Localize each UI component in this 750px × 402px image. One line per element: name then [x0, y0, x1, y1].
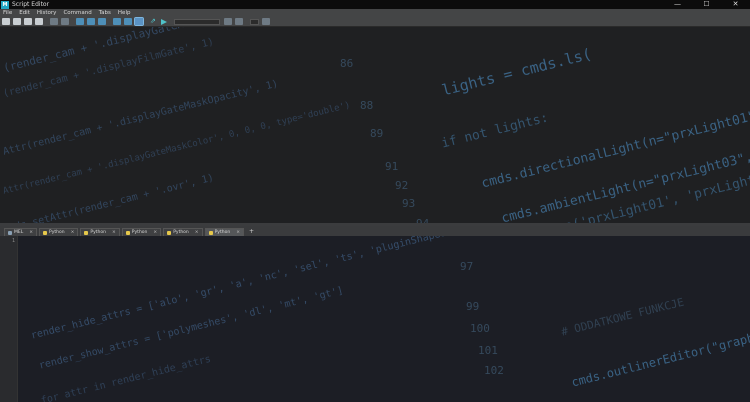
tab-close-icon[interactable]: × [153, 230, 157, 235]
menu-file[interactable]: File [3, 9, 12, 17]
tab-close-icon[interactable]: × [112, 230, 116, 235]
minimize-button[interactable]: — [663, 0, 692, 9]
script-tabs: MEL × Python × Python × Python × Python … [0, 226, 750, 236]
python-icon [208, 230, 213, 235]
history-line-number: 91 [385, 160, 399, 173]
tab-mel[interactable]: MEL × [4, 228, 38, 236]
input-line-number: 102 [484, 364, 504, 377]
goto-line-icon[interactable] [262, 18, 270, 25]
menu-command[interactable]: Command [63, 9, 91, 17]
echo-all-commands-icon[interactable] [50, 18, 58, 25]
open-script-icon[interactable] [2, 18, 10, 25]
menu-bar: File Edit History Command Tabs Help [0, 9, 750, 17]
execute-selected-icon[interactable] [161, 18, 167, 25]
tab-python[interactable]: Python × [163, 228, 203, 236]
input-line-number: 100 [470, 322, 490, 335]
show-both-icon[interactable] [134, 17, 144, 26]
input-line-number: 101 [478, 344, 498, 357]
clear-all-icon[interactable] [98, 18, 106, 25]
history-code-line: Attr(render_cam + '.displayGateMaskOpaci… [2, 78, 280, 158]
python-icon [84, 230, 89, 235]
search-next-icon[interactable] [235, 18, 243, 25]
save-script-icon[interactable] [24, 18, 32, 25]
window-controls: — ☐ ✕ [663, 0, 750, 9]
input-line-number: 99 [466, 300, 480, 313]
search-previous-icon[interactable] [224, 18, 232, 25]
history-line-number: 89 [370, 127, 384, 140]
python-icon [125, 230, 130, 235]
title-bar: M Script Editor — ☐ ✕ [0, 0, 750, 9]
clear-history-icon[interactable] [76, 18, 84, 25]
show-line-numbers-icon[interactable] [61, 18, 69, 25]
history-line-number: 86 [340, 57, 354, 70]
mel-icon [8, 230, 12, 235]
maya-app-icon: M [1, 0, 9, 9]
python-icon [43, 230, 48, 235]
clear-input-icon[interactable] [87, 18, 95, 25]
input-pane[interactable]: 1 render_hide_attrs = ['alo', 'gr', 'a',… [0, 236, 750, 402]
tab-python[interactable]: Python × [121, 228, 162, 236]
history-line-number: 93 [402, 197, 416, 210]
line-number-gutter: 1 [0, 236, 18, 402]
tab-label: MEL [14, 230, 24, 235]
menu-help[interactable]: Help [118, 9, 131, 17]
input-line-number: 97 [460, 260, 474, 273]
tab-label: Python [49, 230, 65, 235]
tab-label: Python [90, 230, 107, 235]
save-to-shelf-icon[interactable] [35, 18, 43, 25]
goto-line-field[interactable] [250, 18, 259, 25]
python-icon [167, 230, 172, 235]
source-script-icon[interactable] [13, 18, 21, 25]
add-tab-button[interactable]: + [249, 228, 254, 236]
execute-all-icon[interactable]: ⇗ [150, 18, 158, 25]
close-button[interactable]: ✕ [721, 0, 750, 9]
maximize-button[interactable]: ☐ [692, 0, 721, 9]
search-field[interactable] [174, 18, 220, 25]
show-history-icon[interactable] [113, 18, 121, 25]
input-code-line: render_hide_attrs = ['alo', 'gr', 'a', '… [30, 236, 500, 342]
tab-python[interactable]: Python × [80, 228, 120, 236]
line-number: 1 [12, 238, 16, 244]
tab-python[interactable]: Python × [39, 228, 79, 236]
show-input-icon[interactable] [124, 18, 132, 25]
tab-python-active[interactable]: Python × [204, 228, 244, 236]
toolbar: ⇗ [0, 17, 750, 27]
menu-tabs[interactable]: Tabs [99, 9, 111, 17]
tab-close-icon[interactable]: × [195, 230, 199, 235]
history-line-number: 88 [360, 99, 374, 112]
history-code-line: lights = cmds.ls( [440, 44, 594, 100]
tab-label: Python [131, 230, 148, 235]
tab-close-icon[interactable]: × [71, 230, 75, 235]
tab-close-icon[interactable]: × [236, 230, 240, 235]
history-pane[interactable]: (render_cam + '.displayGateMask', 1) (re… [0, 27, 750, 223]
tab-close-icon[interactable]: × [29, 230, 33, 235]
tab-label: Python [214, 230, 231, 235]
input-code-line: # ODDATKOWE FUNKCJE [560, 295, 686, 339]
menu-history[interactable]: History [37, 9, 57, 17]
tab-label: Python [173, 230, 189, 235]
history-line-number: 92 [395, 179, 409, 192]
menu-edit[interactable]: Edit [19, 9, 30, 17]
window-title: Script Editor [12, 1, 50, 8]
history-code-line: if not lights: [440, 110, 550, 152]
